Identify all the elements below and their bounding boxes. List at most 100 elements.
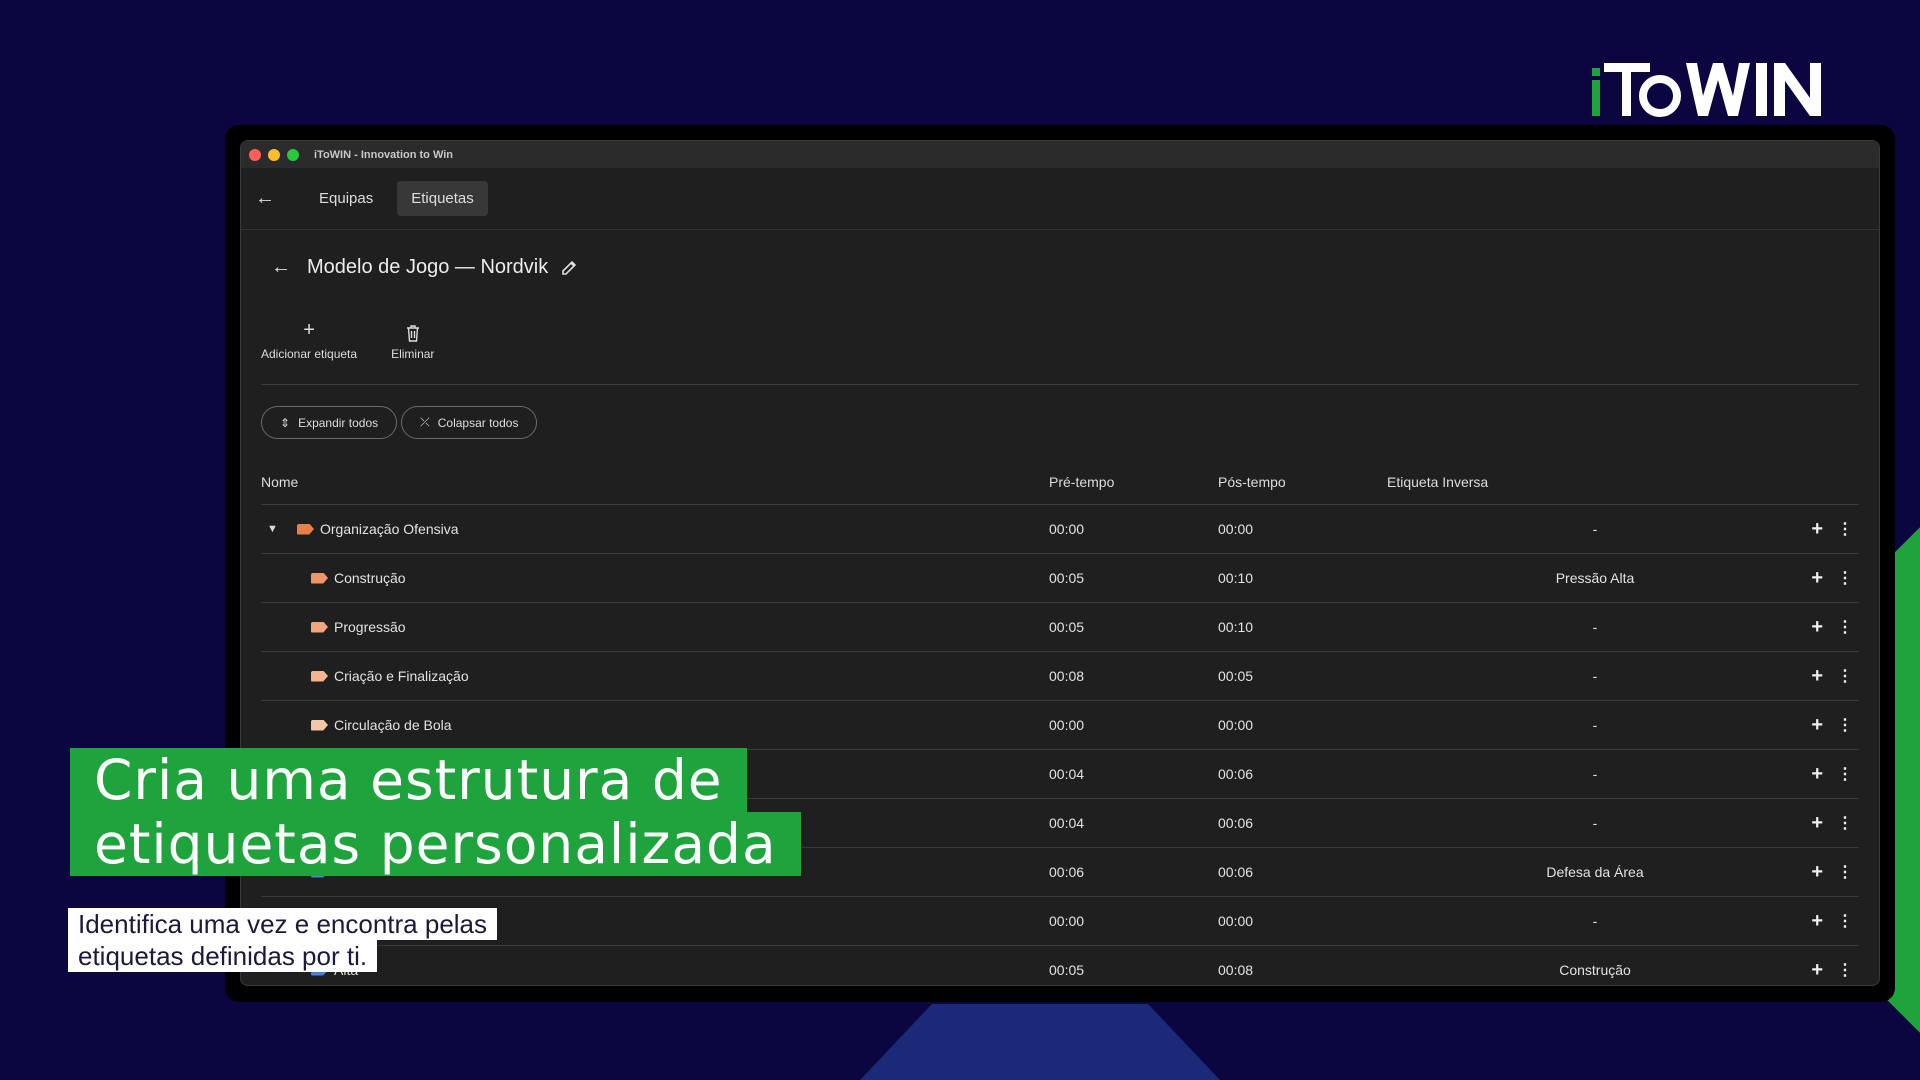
table-row[interactable]: Progressão 00:05 00:10 - + ⋮ bbox=[261, 603, 1859, 652]
maximize-window-button[interactable] bbox=[287, 148, 299, 161]
add-subtag-icon[interactable]: + bbox=[1811, 665, 1823, 688]
post-time-cell: 00:10 bbox=[1218, 619, 1254, 635]
subheadline-line-1: Identifica uma vez e encontra pelas bbox=[68, 908, 498, 940]
headline-line-2: etiquetas personalizada bbox=[70, 812, 801, 876]
trash-icon bbox=[406, 325, 419, 342]
top-nav: ← Equipas Etiquetas bbox=[241, 168, 1879, 230]
toolbar: + Adicionar etiqueta Eliminar bbox=[261, 319, 468, 361]
minimize-window-button[interactable] bbox=[268, 148, 280, 161]
expand-all-button[interactable]: ⇕ Expandir todos bbox=[261, 406, 398, 439]
header-name: Nome bbox=[261, 473, 299, 490]
page-title: Modelo de Jogo — Nordvik bbox=[307, 256, 549, 278]
add-subtag-icon[interactable]: + bbox=[1811, 812, 1823, 835]
collapse-icon: ⤫ bbox=[420, 415, 430, 429]
itowin-logo bbox=[1592, 63, 1821, 117]
post-time-cell: 00:00 bbox=[1218, 521, 1254, 537]
back-arrow-icon[interactable]: ← bbox=[271, 256, 291, 279]
headline-line-1: Cria uma estrutura de bbox=[70, 748, 747, 812]
pre-time-cell: 00:00 bbox=[1049, 913, 1085, 929]
pre-time-cell: 00:06 bbox=[1049, 864, 1085, 880]
window-title: iToWIN - Innovation to Win bbox=[314, 148, 453, 161]
more-options-icon[interactable]: ⋮ bbox=[1837, 666, 1853, 686]
add-subtag-icon[interactable]: + bbox=[1811, 567, 1823, 590]
arrow-left-icon[interactable]: ← bbox=[255, 187, 275, 210]
add-subtag-icon[interactable]: + bbox=[1811, 861, 1823, 884]
inverse-tag-cell: Defesa da Área bbox=[1546, 864, 1644, 880]
more-options-icon[interactable]: ⋮ bbox=[1837, 960, 1853, 980]
plus-icon: + bbox=[303, 319, 315, 341]
table-row[interactable]: Criação e Finalização 00:08 00:05 - + ⋮ bbox=[261, 652, 1859, 701]
add-subtag-icon[interactable]: + bbox=[1811, 959, 1823, 982]
tag-icon bbox=[311, 670, 328, 682]
add-subtag-icon[interactable]: + bbox=[1811, 910, 1823, 933]
inverse-tag-cell: - bbox=[1592, 766, 1598, 782]
table-row[interactable]: ▼ Organização Ofensiva 00:00 00:00 - + ⋮ bbox=[261, 505, 1859, 554]
add-tag-button[interactable]: + Adicionar etiqueta bbox=[261, 319, 357, 361]
inverse-tag-cell: - bbox=[1592, 521, 1598, 537]
pre-time-cell: 00:00 bbox=[1049, 717, 1085, 733]
collapse-all-label: Colapsar todos bbox=[437, 415, 519, 430]
tag-icon bbox=[311, 572, 328, 584]
more-options-icon[interactable]: ⋮ bbox=[1837, 568, 1853, 588]
more-options-icon[interactable]: ⋮ bbox=[1837, 911, 1853, 931]
more-options-icon[interactable]: ⋮ bbox=[1837, 813, 1853, 833]
more-options-icon[interactable]: ⋮ bbox=[1837, 862, 1853, 882]
tab-equipas[interactable]: Equipas bbox=[305, 181, 387, 216]
post-time-cell: 00:08 bbox=[1218, 962, 1254, 978]
header-post-time: Pós-tempo bbox=[1218, 473, 1286, 490]
expand-icon: ⇕ bbox=[280, 415, 291, 430]
tags-table: Nome Pré-tempo Pós-tempo Etiqueta Invers… bbox=[261, 459, 1859, 985]
more-options-icon[interactable]: ⋮ bbox=[1837, 764, 1853, 784]
post-time-cell: 00:00 bbox=[1218, 913, 1254, 929]
tag-name: Criação e Finalização bbox=[334, 668, 469, 684]
collapse-all-button[interactable]: ⤫ Colapsar todos bbox=[401, 406, 538, 439]
more-options-icon[interactable]: ⋮ bbox=[1837, 519, 1853, 539]
subheadline-line-2: etiquetas definidas por ti. bbox=[68, 940, 378, 972]
add-subtag-icon[interactable]: + bbox=[1811, 518, 1823, 541]
pencil-icon[interactable] bbox=[560, 259, 578, 277]
pre-time-cell: 00:04 bbox=[1049, 815, 1085, 831]
inverse-tag-cell: - bbox=[1592, 815, 1598, 831]
inverse-tag-cell: Pressão Alta bbox=[1555, 570, 1635, 586]
more-options-icon[interactable]: ⋮ bbox=[1837, 617, 1853, 637]
post-time-cell: 00:06 bbox=[1218, 864, 1254, 880]
inverse-tag-cell: - bbox=[1592, 668, 1598, 684]
chevron-down-icon[interactable]: ▼ bbox=[267, 523, 278, 535]
delete-button[interactable]: Eliminar bbox=[391, 319, 434, 361]
inverse-tag-cell: Construção bbox=[1559, 962, 1631, 978]
page-header: ← Modelo de Jogo — Nordvik bbox=[271, 256, 578, 279]
pre-time-cell: 00:05 bbox=[1049, 619, 1085, 635]
post-time-cell: 00:06 bbox=[1218, 815, 1254, 831]
delete-label: Eliminar bbox=[391, 347, 435, 361]
add-subtag-icon[interactable]: + bbox=[1811, 763, 1823, 786]
pre-time-cell: 00:04 bbox=[1049, 766, 1085, 782]
tag-icon bbox=[311, 621, 328, 633]
pre-time-cell: 00:05 bbox=[1049, 570, 1085, 586]
add-subtag-icon[interactable]: + bbox=[1811, 616, 1823, 639]
table-row[interactable]: Circulação de Bola 00:00 00:00 - + ⋮ bbox=[261, 701, 1859, 750]
table-row[interactable]: Construção 00:05 00:10 Pressão Alta + ⋮ bbox=[261, 554, 1859, 603]
tag-name: Construção bbox=[334, 570, 406, 586]
pre-time-cell: 00:05 bbox=[1049, 962, 1085, 978]
monitor-stand bbox=[860, 1004, 1220, 1080]
table-row[interactable]: Alta00:0500:08Construção+⋮ bbox=[261, 946, 1859, 985]
add-subtag-icon[interactable]: + bbox=[1811, 714, 1823, 737]
tab-etiquetas[interactable]: Etiquetas bbox=[397, 181, 488, 216]
header-inverse-tag: Etiqueta Inversa bbox=[1387, 473, 1489, 490]
header-pre-time: Pré-tempo bbox=[1049, 473, 1115, 490]
expand-all-label: Expandir todos bbox=[298, 415, 379, 430]
title-bar: iToWIN - Innovation to Win bbox=[241, 141, 1879, 168]
table-row[interactable]: 00:00 00:00 - + ⋮ bbox=[261, 897, 1859, 946]
tag-icon bbox=[311, 719, 328, 731]
inverse-tag-cell: - bbox=[1592, 913, 1598, 929]
inverse-tag-cell: - bbox=[1592, 619, 1598, 635]
tag-name: Organização Ofensiva bbox=[320, 521, 459, 537]
table-header: Nome Pré-tempo Pós-tempo Etiqueta Invers… bbox=[261, 459, 1859, 505]
tag-name: Progressão bbox=[334, 619, 406, 635]
expand-collapse-group: ⇕ Expandir todos ⤫ Colapsar todos bbox=[261, 406, 541, 439]
more-options-icon[interactable]: ⋮ bbox=[1837, 715, 1853, 735]
inverse-tag-cell: - bbox=[1592, 717, 1598, 733]
post-time-cell: 00:05 bbox=[1218, 668, 1254, 684]
pre-time-cell: 00:00 bbox=[1049, 521, 1085, 537]
close-window-button[interactable] bbox=[249, 148, 261, 161]
